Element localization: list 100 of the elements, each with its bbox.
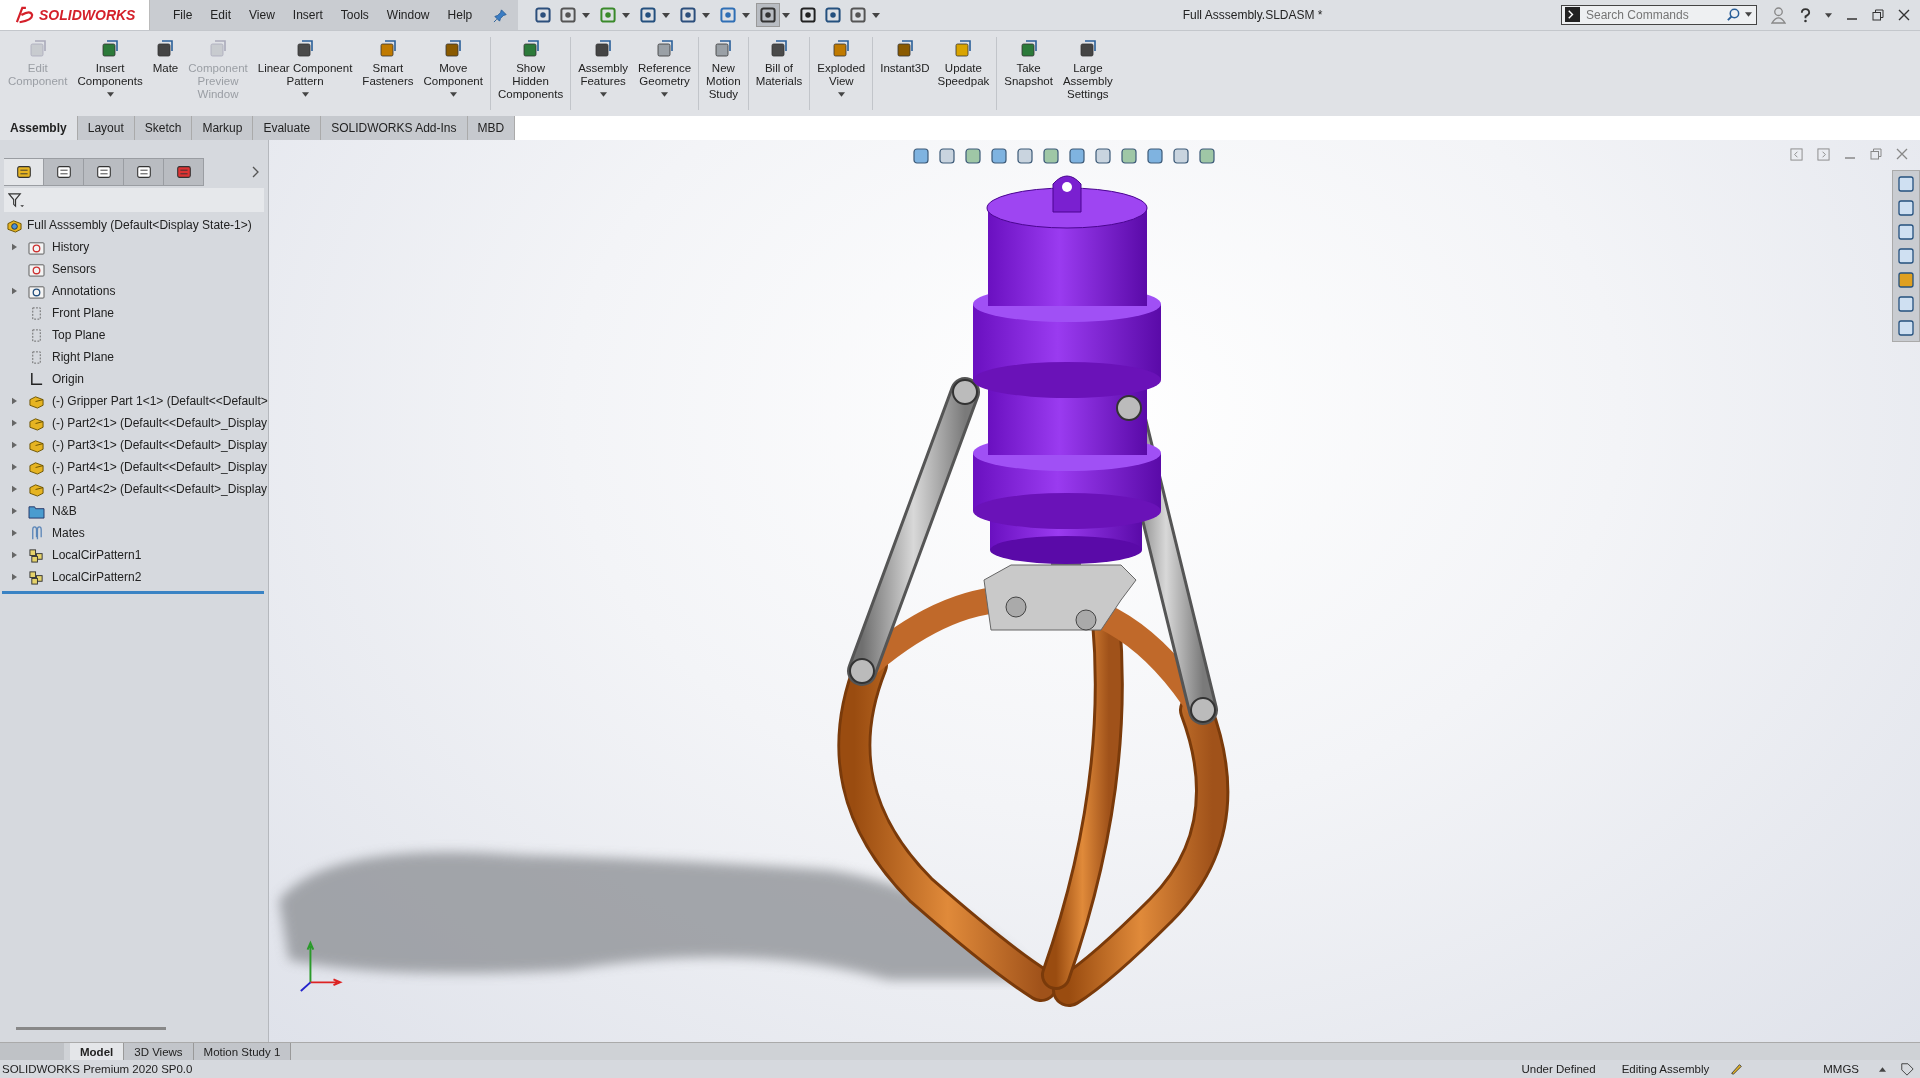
filter-icon[interactable] [8, 191, 25, 209]
axis-triad-icon [297, 940, 345, 994]
menu-item[interactable]: File [164, 8, 202, 22]
menu-item[interactable]: View [240, 8, 284, 22]
tree-item[interactable]: Front Plane [2, 305, 115, 321]
tree-item[interactable]: Sensors [2, 261, 97, 277]
solidworks-logo[interactable]: SOLIDWORKS [0, 0, 150, 30]
caret-icon[interactable] [661, 92, 669, 97]
model-tab[interactable]: Motion Study 1 [193, 1043, 292, 1060]
chevron-right-icon[interactable] [252, 166, 260, 178]
caret-icon[interactable] [301, 92, 309, 97]
pencil-icon[interactable] [1729, 1062, 1744, 1076]
caret-icon[interactable] [872, 12, 881, 18]
command-tab[interactable]: Layout [77, 116, 135, 140]
panel-tab[interactable] [44, 158, 84, 186]
expand-arrow-icon[interactable] [11, 419, 17, 427]
search-commands-field[interactable]: Search Commands [1561, 5, 1757, 25]
ribbon-button[interactable]: Take Snapshot [1000, 33, 1057, 114]
caret-icon[interactable] [106, 92, 114, 97]
caret-icon[interactable] [582, 12, 591, 18]
expand-arrow-icon[interactable] [11, 485, 17, 493]
command-tab[interactable]: Sketch [134, 116, 193, 140]
tree-item[interactable]: LocalCirPattern2 [2, 569, 142, 585]
ribbon-button[interactable]: Insert Components [73, 33, 147, 114]
units-selector[interactable]: MMGS [1817, 1063, 1865, 1075]
horizontal-scrollbar[interactable] [16, 1027, 166, 1030]
tree-item[interactable]: Full Asssembly (Default<Display State-1>) [0, 214, 268, 236]
ribbon-button[interactable]: New Motion Study [702, 33, 745, 114]
caret-icon[interactable] [702, 12, 711, 18]
panel-tab[interactable] [164, 158, 204, 186]
tree-item[interactable]: Top Plane [2, 327, 106, 343]
status-text: Editing Assembly [1620, 1063, 1711, 1075]
caret-icon[interactable] [782, 12, 791, 18]
tree-item[interactable]: (-) Part3<1> (Default<<Default>_Display [2, 437, 268, 453]
ribbon-button[interactable]: Bill of Materials [751, 33, 807, 114]
tree-item[interactable]: Annotations [2, 283, 116, 299]
part-icon [28, 415, 45, 431]
pin-icon[interactable] [493, 7, 509, 23]
tree-item[interactable]: Right Plane [2, 349, 115, 365]
ribbon-button[interactable]: Smart Fasteners [358, 33, 418, 114]
tag-icon[interactable] [1900, 1062, 1914, 1076]
tree-item[interactable]: N&B [2, 503, 77, 519]
menu-item[interactable]: Insert [283, 8, 332, 22]
command-tab[interactable]: Evaluate [253, 116, 322, 140]
tree-item[interactable]: History [2, 239, 90, 255]
caret-icon[interactable] [742, 12, 751, 18]
tree-item[interactable]: (-) Part4<1> (Default<<Default>_Display [2, 459, 268, 475]
ribbon-button[interactable]: Update Speedpak [933, 33, 994, 114]
ribbon-button[interactable]: Instant3D [876, 33, 934, 114]
restore-icon[interactable] [1872, 9, 1884, 21]
close-icon[interactable] [1898, 9, 1910, 21]
caret-icon[interactable] [1745, 12, 1752, 17]
expand-arrow-icon[interactable] [11, 441, 17, 449]
tree-item[interactable]: (-) Part4<2> (Default<<Default>_Display [2, 481, 268, 497]
ribbon-button[interactable]: Mate [148, 33, 183, 114]
ribbon-button[interactable]: Large Assembly Settings [1058, 33, 1117, 114]
caret-icon[interactable] [599, 92, 607, 97]
expand-arrow-icon[interactable] [11, 463, 17, 471]
expand-arrow-icon[interactable] [11, 573, 17, 581]
tree-item[interactable]: (-) Part2<1> (Default<<Default>_Display [2, 415, 268, 431]
search-icon[interactable] [1726, 7, 1741, 22]
menu-item[interactable]: Window [377, 8, 439, 22]
model-tab[interactable]: 3D Views [124, 1043, 194, 1060]
user-icon[interactable] [1771, 6, 1786, 24]
help-icon[interactable] [1800, 7, 1811, 23]
caret-up-icon[interactable] [1879, 1066, 1886, 1072]
expand-arrow-icon[interactable] [11, 287, 17, 295]
expand-arrow-icon[interactable] [11, 507, 17, 515]
command-tab[interactable]: SOLIDWORKS Add-Ins [321, 116, 468, 140]
expand-arrow-icon[interactable] [11, 397, 17, 405]
product-version: SOLIDWORKS Premium 2020 SP0.0 [2, 1063, 193, 1075]
tree-item[interactable]: Mates [2, 525, 85, 541]
ribbon-button[interactable]: Exploded View [813, 33, 870, 114]
ribbon-button[interactable]: Reference Geometry [634, 33, 696, 114]
ribbon-button[interactable]: Show Hidden Components [493, 33, 568, 114]
ribbon-button[interactable]: Move Component [419, 33, 487, 114]
tree-item[interactable]: LocalCirPattern1 [2, 547, 142, 563]
caret-icon[interactable] [449, 92, 457, 97]
ribbon-button[interactable]: Linear Component Pattern [253, 33, 357, 114]
caret-icon[interactable] [1825, 12, 1832, 18]
caret-icon[interactable] [837, 92, 845, 97]
menu-item[interactable]: Edit [201, 8, 241, 22]
menu-item[interactable]: Tools [331, 8, 378, 22]
command-tab[interactable]: Assembly [0, 116, 78, 140]
caret-icon[interactable] [622, 12, 631, 18]
model-tab[interactable]: Model [70, 1043, 125, 1060]
ds-logo-icon [14, 6, 36, 24]
ribbon-button[interactable]: Assembly Features [574, 33, 633, 114]
expand-arrow-icon[interactable] [11, 551, 17, 559]
tree-item[interactable]: Origin [2, 371, 84, 387]
expand-arrow-icon[interactable] [11, 529, 17, 537]
command-tab[interactable]: MBD [467, 116, 516, 140]
panel-tab[interactable] [124, 158, 164, 186]
command-tab[interactable]: Markup [192, 116, 254, 140]
menu-item[interactable]: Help [438, 8, 482, 22]
panel-tab[interactable] [4, 158, 44, 186]
expand-arrow-icon[interactable] [11, 243, 17, 251]
caret-icon[interactable] [662, 12, 671, 18]
tree-item[interactable]: (-) Gripper Part 1<1> (Default<<Default> [2, 393, 268, 409]
panel-tab[interactable] [84, 158, 124, 186]
